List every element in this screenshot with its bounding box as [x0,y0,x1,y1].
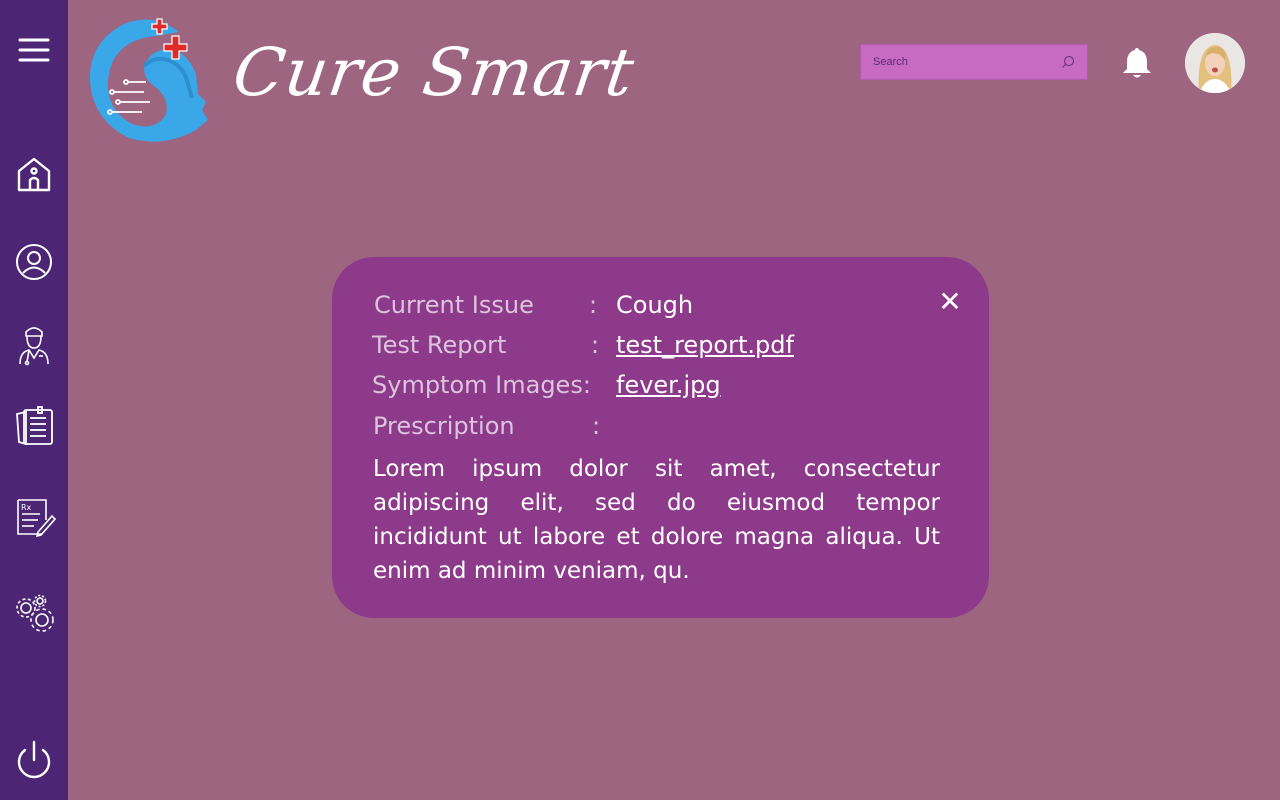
prescription-text: Lorem ipsum dolor sit amet, consectetur … [373,456,940,584]
settings-icon[interactable] [10,590,58,638]
avatar[interactable] [1185,33,1245,93]
records-icon[interactable] [10,402,58,450]
sidebar: Rx [0,0,68,800]
svg-text:Rx: Rx [21,503,32,512]
menu-icon[interactable] [10,26,58,74]
patient-details-modal: ✕ Current Issue : Cough Test Report : te… [332,257,989,618]
profile-icon[interactable] [10,238,58,286]
field-colon: : [589,291,598,319]
prescription-icon[interactable]: Rx [10,494,58,542]
brand-name: Cure Smart [228,34,640,111]
home-icon[interactable] [10,150,58,198]
field-colon: : [591,331,600,359]
search-icon[interactable] [1061,55,1075,69]
doctor-icon[interactable] [10,320,58,368]
field-label: Symptom Images: [372,371,591,399]
close-icon[interactable]: ✕ [932,287,968,317]
search-input[interactable] [873,56,1061,68]
search-bar[interactable] [860,44,1088,80]
cure-smart-logo [84,10,214,150]
field-label: Prescription [373,412,515,440]
symptom-image-link[interactable]: fever.jpg [616,371,721,399]
test-report-link[interactable]: test_report.pdf [616,331,794,359]
field-label: Current Issue [374,291,534,319]
field-colon: : [592,412,601,440]
field-value: Cough [616,291,694,319]
bell-icon[interactable] [1120,44,1154,80]
power-icon[interactable] [10,736,58,784]
field-label: Test Report [372,331,507,359]
